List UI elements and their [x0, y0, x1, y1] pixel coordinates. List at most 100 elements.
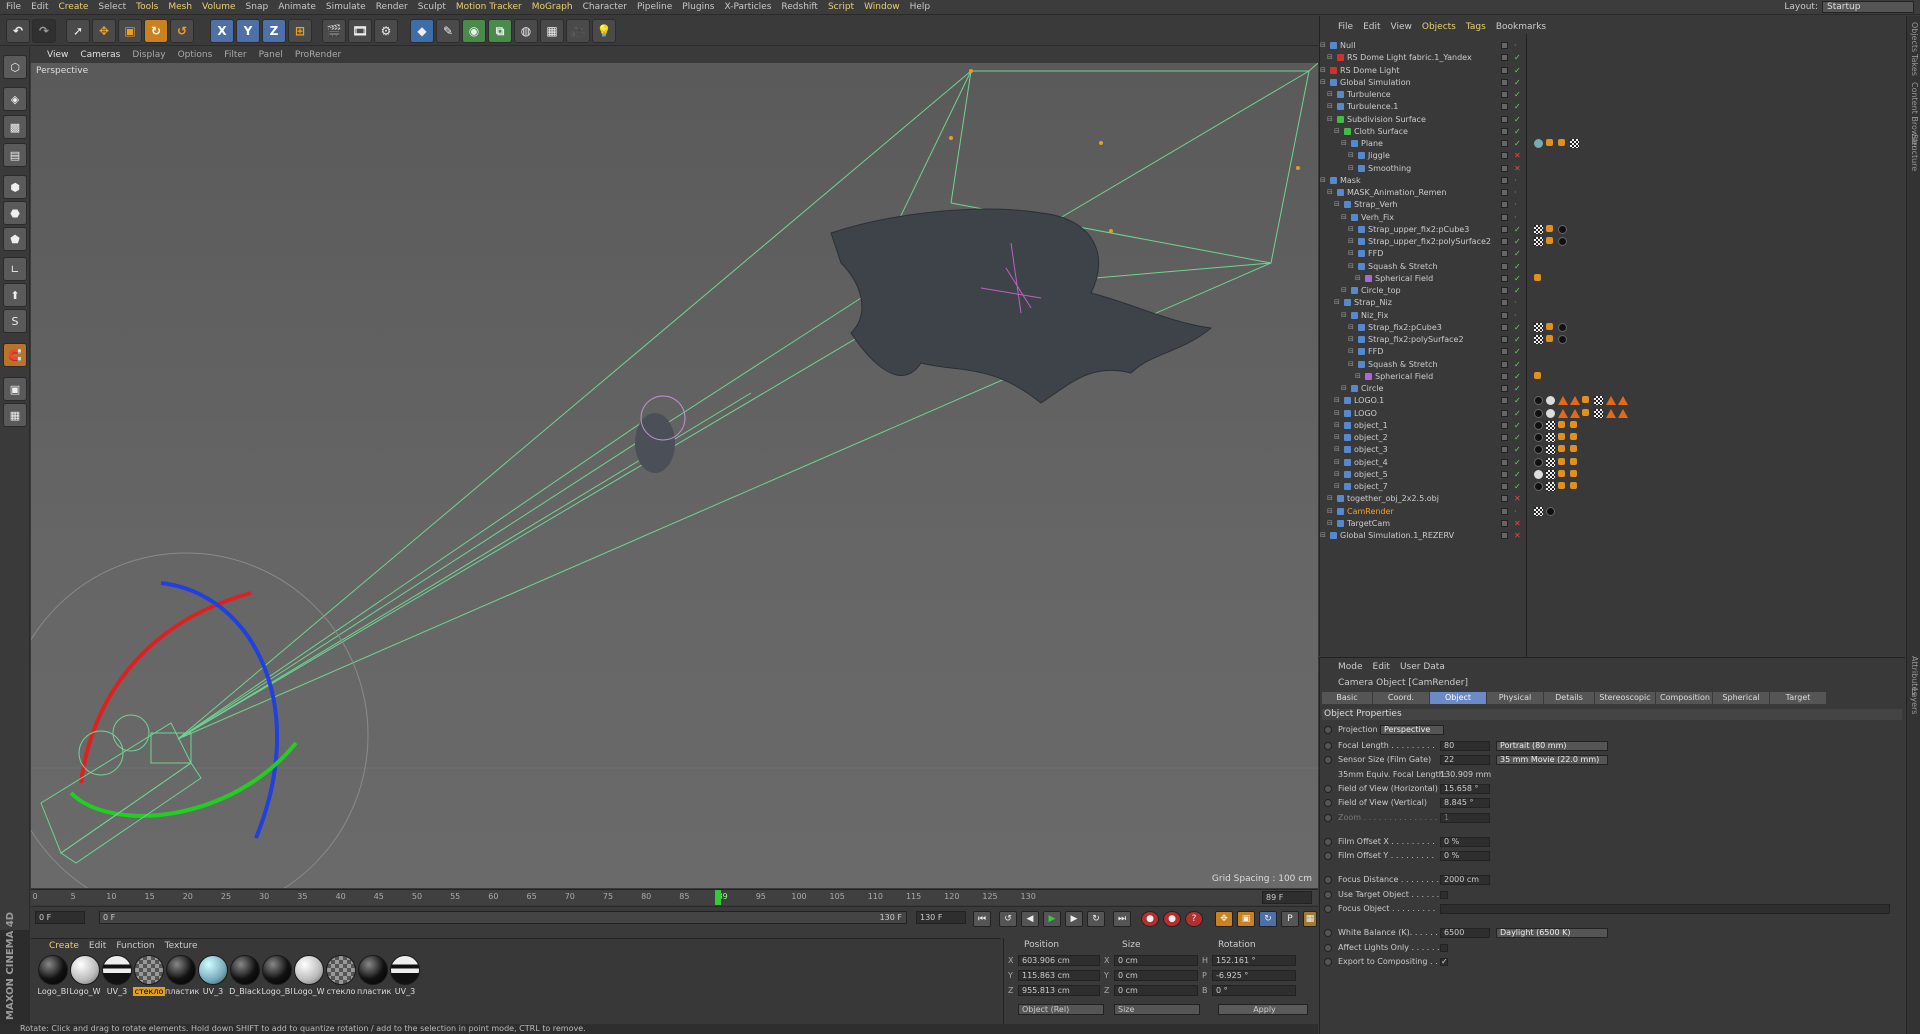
tab-target[interactable]: Target [1770, 692, 1826, 704]
object-menu-view[interactable]: View [1391, 22, 1412, 32]
solo-icon[interactable]: S [3, 309, 27, 333]
object-tag-icon[interactable] [1546, 139, 1553, 146]
menu-redshift[interactable]: Redshift [781, 2, 818, 12]
visibility-toggle[interactable] [1501, 287, 1508, 294]
object-tag-icon[interactable] [1534, 469, 1543, 479]
animate-radio[interactable] [1324, 726, 1332, 734]
tab-basic[interactable]: Basic [1322, 692, 1372, 704]
visibility-toggle[interactable] [1501, 483, 1508, 490]
scale-tool-icon[interactable]: ▣ [118, 19, 142, 43]
material-item[interactable]: UV_3 [389, 955, 421, 996]
visibility-toggle[interactable] [1501, 446, 1508, 454]
object-tag-icon[interactable] [1558, 457, 1565, 465]
visibility-toggle[interactable] [1501, 238, 1508, 245]
object-tag-icon[interactable] [1558, 445, 1565, 453]
visibility-toggle[interactable] [1501, 189, 1508, 196]
animate-radio[interactable] [1324, 742, 1332, 750]
object-tag-icon[interactable] [1534, 273, 1541, 281]
current-frame-field[interactable]: 89 F [1262, 891, 1312, 904]
position-y-field[interactable]: 115.863 cm [1018, 970, 1100, 981]
go-to-start-icon[interactable]: ⏮ [973, 911, 991, 927]
object-tag-icon[interactable] [1534, 408, 1543, 418]
keyframe-selection-icon[interactable]: ? [1185, 911, 1203, 927]
object-tag-icon[interactable] [1606, 408, 1616, 418]
object-tag-icon[interactable] [1570, 420, 1577, 428]
animate-radio[interactable] [1324, 837, 1332, 846]
object-tag-icon[interactable] [1618, 396, 1628, 406]
object-tag-icon[interactable] [1570, 433, 1577, 440]
visibility-toggle[interactable] [1501, 140, 1508, 147]
visibility-toggle[interactable] [1501, 115, 1508, 123]
enable-check[interactable]: ✕ [1514, 528, 1521, 543]
menu-plugins[interactable]: Plugins [682, 2, 714, 12]
previous-key-icon[interactable]: ↺ [999, 911, 1017, 927]
autokey-icon[interactable]: ● [1163, 911, 1181, 927]
object-tag-icon[interactable] [1546, 322, 1553, 330]
material-menu-texture[interactable]: Texture [165, 941, 198, 951]
visibility-toggle[interactable] [1501, 470, 1508, 478]
visibility-toggle[interactable] [1501, 262, 1508, 270]
next-frame-icon[interactable]: ▶ [1065, 911, 1083, 927]
object-menu-objects[interactable]: Objects [1422, 22, 1456, 32]
visibility-toggle[interactable] [1501, 348, 1508, 356]
size-mode-select[interactable]: Size [1114, 1004, 1200, 1015]
rotation-h-field[interactable]: 152.161 ° [1212, 955, 1296, 966]
visibility-toggle[interactable] [1501, 495, 1508, 503]
edges-mode-icon[interactable]: ⬣ [3, 201, 27, 225]
object-tag-icon[interactable] [1594, 408, 1603, 418]
object-menu-file[interactable]: File [1338, 22, 1353, 32]
object-tag-icon[interactable] [1570, 445, 1577, 453]
side-tab-objects[interactable]: Objects [1910, 22, 1919, 52]
object-tag-icon[interactable] [1594, 396, 1603, 406]
object-tag-icon[interactable] [1570, 469, 1577, 477]
object-tag-icon[interactable] [1618, 408, 1628, 418]
axis-mode-icon[interactable]: ∟ [3, 257, 27, 281]
cube-primitive-icon[interactable]: ◆ [410, 19, 434, 43]
y-axis-lock[interactable]: Y [236, 19, 260, 43]
material-item[interactable]: Logo_Bl [261, 955, 293, 996]
floor-icon[interactable]: ▦ [540, 19, 564, 43]
visibility-toggle[interactable] [1501, 360, 1508, 368]
visibility-toggle[interactable] [1501, 507, 1508, 515]
visibility-toggle[interactable] [1501, 397, 1508, 405]
animate-radio[interactable] [1324, 905, 1332, 913]
attribute-checkbox[interactable]: ✓ [1440, 957, 1448, 966]
side-tab-takes[interactable]: Takes [1910, 54, 1919, 76]
object-tag-icon[interactable] [1546, 335, 1553, 342]
object-tag-icon[interactable] [1582, 396, 1589, 404]
camera-icon[interactable]: 🎥 [566, 19, 590, 43]
object-tag-icon[interactable] [1534, 396, 1543, 406]
attribute-value-field[interactable]: 80 [1440, 741, 1490, 751]
menu-snap[interactable]: Snap [246, 2, 269, 12]
object-tag-icon[interactable] [1546, 237, 1553, 244]
attribute-menu-edit[interactable]: Edit [1373, 662, 1390, 672]
object-tag-icon[interactable] [1534, 371, 1541, 379]
visibility-toggle[interactable] [1501, 311, 1508, 319]
attribute-preset-select[interactable]: 35 mm Movie (22.0 mm) [1496, 755, 1608, 766]
material-item[interactable]: D_Black [229, 955, 261, 996]
start-frame-field[interactable]: 0 F [35, 911, 85, 924]
subdivision-surface-icon[interactable]: ◉ [462, 19, 486, 43]
menu-motion-tracker[interactable]: Motion Tracker [456, 2, 522, 12]
animate-radio[interactable] [1324, 890, 1332, 899]
object-tag-icon[interactable] [1534, 335, 1543, 344]
object-menu-tags[interactable]: Tags [1466, 22, 1486, 32]
expand-toggle[interactable]: ⊟ [1320, 528, 1326, 543]
viewport-menu-filter[interactable]: Filter [224, 50, 246, 60]
object-tag-icon[interactable] [1534, 224, 1543, 234]
viewport-menu-prorender[interactable]: ProRender [295, 50, 341, 60]
menu-file[interactable]: File [6, 2, 21, 12]
viewport-menu-options[interactable]: Options [178, 50, 213, 60]
record-keys-icon[interactable]: ● [1141, 911, 1159, 927]
key-param-icon[interactable]: P [1281, 911, 1299, 927]
visibility-toggle[interactable] [1501, 385, 1508, 392]
visibility-toggle[interactable] [1501, 91, 1508, 98]
animate-radio[interactable] [1324, 957, 1332, 966]
visibility-toggle[interactable] [1501, 299, 1508, 307]
material-menu-create[interactable]: Create [49, 941, 79, 951]
visibility-toggle[interactable] [1501, 42, 1508, 49]
tweak-mode-icon[interactable]: ⬆ [3, 283, 27, 307]
key-scale-icon[interactable]: ▣ [1237, 911, 1255, 927]
animate-radio[interactable] [1324, 813, 1332, 822]
menu-render[interactable]: Render [376, 2, 408, 12]
